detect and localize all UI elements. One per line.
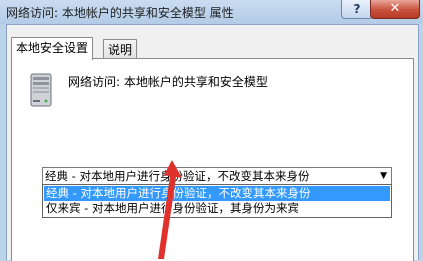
tab-panel: 网络访问: 本地帐户的共享和安全模型 经典 - 对本地用户进行身份验证，不改变其… xyxy=(11,58,414,261)
help-button[interactable]: ? xyxy=(341,0,373,19)
server-icon xyxy=(30,73,52,107)
tab-explain[interactable]: 说明 xyxy=(103,39,138,60)
chevron-down-icon[interactable]: ▼ xyxy=(380,170,387,182)
sharing-model-select[interactable]: 经典 - 对本地用户进行身份验证，不改变其本来身份 ▼ xyxy=(42,167,392,185)
annotation-arrow-icon xyxy=(158,160,182,259)
option-guest-only[interactable]: 仅来宾 - 对本地用户进行身份验证，其身份为来宾 xyxy=(44,201,390,216)
tab-local-security-setting[interactable]: 本地安全设置 xyxy=(11,37,94,60)
window-title: 网络访问: 本地帐户的共享和安全模型 属性 xyxy=(6,6,234,20)
properties-dialog: 本地安全设置 说明 网络访问: 本地帐户的共享和安全模型 经典 - 对本地用户进… xyxy=(6,24,419,261)
policy-description: 网络访问: 本地帐户的共享和安全模型 xyxy=(68,75,268,89)
close-button[interactable]: ✕ xyxy=(370,0,420,19)
dropdown-list: 经典 - 对本地用户进行身份验证，不改变其本来身份 仅来宾 - 对本地用户进行身… xyxy=(42,184,392,218)
title-bar[interactable]: 网络访问: 本地帐户的共享和安全模型 属性 ? ✕ xyxy=(0,0,423,24)
option-classic[interactable]: 经典 - 对本地用户进行身份验证，不改变其本来身份 xyxy=(44,186,390,201)
